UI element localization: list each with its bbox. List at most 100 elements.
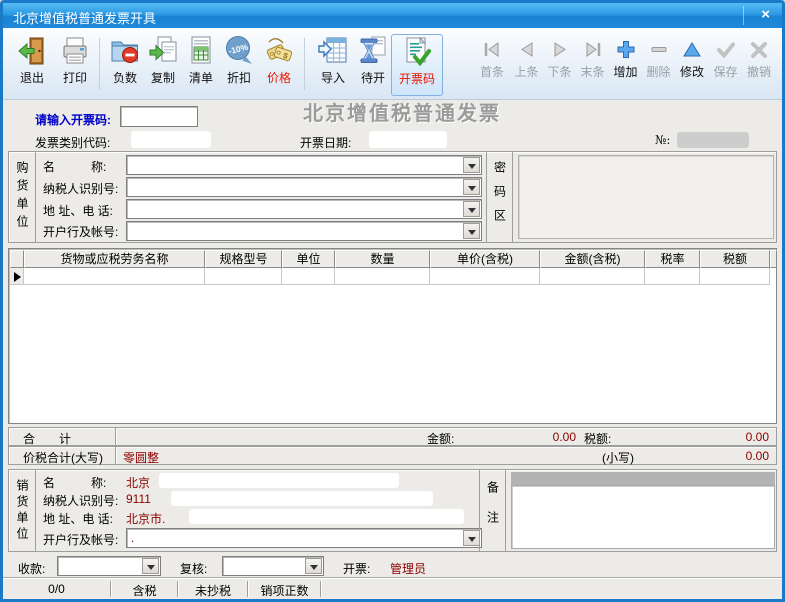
- table-header[interactable]: 规格型号: [205, 250, 282, 268]
- seller-bank-combo[interactable]: .: [126, 528, 482, 548]
- totals-row: 合 计 金额: 0.00 税额: 0.00: [8, 427, 777, 446]
- buyer-group-label: 购货单位: [15, 161, 29, 233]
- payee-combo[interactable]: [57, 556, 161, 576]
- redaction-patch: [189, 509, 464, 524]
- buyer-address-combo[interactable]: [126, 199, 482, 219]
- remark-textarea[interactable]: [511, 485, 775, 549]
- toolbar-button-next[interactable]: 下条: [543, 34, 576, 96]
- status-output-positive: 销项正数: [260, 584, 309, 598]
- toolbar-button-undo[interactable]: 撤销: [742, 34, 776, 96]
- password-area-label: 密码区: [492, 161, 507, 233]
- buyer-taxid-label: 纳税人识别号:: [43, 182, 119, 196]
- close-button[interactable]: ×: [761, 6, 770, 23]
- table-header[interactable]: 数量: [335, 250, 430, 268]
- grand-total-row: 价税合计(大写) 零圆整 (小写) 0.00: [8, 446, 777, 465]
- chevron-down-icon: [468, 230, 476, 235]
- table-cell[interactable]: [282, 268, 335, 285]
- chevron-down-icon: [310, 565, 318, 570]
- table-cell[interactable]: [700, 268, 770, 285]
- toolbar-button-import[interactable]: 导入: [311, 34, 355, 96]
- toolbar-button-first[interactable]: 首条: [474, 34, 510, 96]
- toolbar-label: 增加: [613, 65, 638, 79]
- row-selector-cell[interactable]: [10, 268, 24, 285]
- table-header[interactable]: 单价(含税): [430, 250, 540, 268]
- dropdown-button[interactable]: [142, 558, 159, 574]
- toolbar-button-invoice-code[interactable]: 开票码: [391, 34, 443, 96]
- redaction-patch: [677, 132, 749, 148]
- dropdown-button[interactable]: [463, 201, 480, 217]
- status-bar: 0/0 含税 未抄税 销项正数: [3, 578, 782, 599]
- invoice-code-check-icon: [401, 35, 433, 69]
- toolbar-button-add[interactable]: 增加: [609, 34, 642, 96]
- toolbar-label: 导入: [320, 71, 345, 85]
- toolbar-button-last[interactable]: 末条: [576, 34, 609, 96]
- dropdown-button[interactable]: [463, 179, 480, 195]
- seller-group-label: 销货单位: [15, 478, 29, 543]
- toolbar-button-prev[interactable]: 上条: [510, 34, 543, 96]
- title-bar[interactable]: 北京增值税普通发票开具 ×: [3, 3, 782, 28]
- chevron-down-icon: [468, 208, 476, 213]
- dropdown-button[interactable]: [463, 157, 480, 173]
- table-cell[interactable]: [430, 268, 540, 285]
- tax-value: 0.00: [745, 430, 769, 444]
- seller-taxid-label: 纳税人识别号:: [43, 494, 119, 508]
- invoice-watermark: 北京增值税普通发票: [303, 101, 501, 125]
- toolbar-button-delete[interactable]: 删除: [642, 34, 675, 96]
- toolbar-button-copy[interactable]: 复制: [143, 34, 183, 96]
- payee-label: 收款:: [18, 562, 46, 576]
- invoice-number-label: №:: [655, 133, 671, 147]
- toolbar-label: 上条: [514, 65, 539, 79]
- toolbar-button-pending[interactable]: 待开: [353, 34, 393, 96]
- table-header[interactable]: 金额(含税): [540, 250, 645, 268]
- toolbar-button-save[interactable]: 保存: [709, 34, 742, 96]
- next-record-icon: [549, 38, 571, 62]
- buyer-taxid-combo[interactable]: [126, 177, 482, 197]
- divider: [115, 447, 116, 464]
- redaction-patch: [131, 131, 211, 148]
- exit-door-icon: [16, 34, 48, 68]
- buyer-bank-combo[interactable]: [126, 221, 482, 241]
- seller-name-value: 北京: [126, 476, 151, 490]
- grand-total-words: 零圆整: [123, 451, 160, 465]
- table-cell[interactable]: [24, 268, 205, 285]
- table-cell[interactable]: [205, 268, 282, 285]
- totals-label: 合 计: [23, 432, 72, 446]
- prev-record-icon: [516, 38, 538, 62]
- toolbar-label: 修改: [679, 65, 704, 79]
- invoice-code-input[interactable]: [120, 106, 198, 127]
- table-cell[interactable]: [540, 268, 645, 285]
- invoice-code-prompt: 请输入开票码:: [35, 113, 111, 127]
- toolbar-button-negative[interactable]: 负数: [104, 34, 146, 96]
- window-title: 北京增值税普通发票开具: [13, 11, 157, 26]
- buyer-name-combo[interactable]: [126, 155, 482, 175]
- toolbar-button-modify[interactable]: 修改: [675, 34, 709, 96]
- table-header-filler: [770, 250, 777, 268]
- toolbar-label: 负数: [112, 71, 137, 85]
- toolbar-button-list[interactable]: 清单: [181, 34, 221, 96]
- app-window: 北京增值税普通发票开具 × 退出 打印 负数 复制 清单 -10% 折扣 $ 价…: [0, 0, 785, 602]
- dropdown-button[interactable]: [305, 558, 322, 574]
- toolbar-button-discount[interactable]: -10% 折扣: [219, 34, 259, 96]
- hourglass-icon: [357, 34, 389, 68]
- price-tags-icon: $: [263, 34, 295, 68]
- table-cell[interactable]: [645, 268, 700, 285]
- reviewer-combo[interactable]: [222, 556, 324, 576]
- grand-total-label: 价税合计(大写): [23, 451, 103, 465]
- table-cell[interactable]: [335, 268, 430, 285]
- add-icon: [615, 38, 637, 62]
- reviewer-label: 复核:: [180, 562, 208, 576]
- table-header[interactable]: 单位: [282, 250, 335, 268]
- toolbar-button-exit[interactable]: 退出: [10, 34, 54, 96]
- table-header[interactable]: 货物或应税劳务名称: [24, 250, 205, 268]
- dropdown-button[interactable]: [463, 223, 480, 239]
- seller-name-label: 名 称:: [43, 476, 107, 490]
- table-header[interactable]: 税率: [645, 250, 700, 268]
- password-area-panel: [518, 155, 774, 239]
- toolbar-label: 退出: [19, 71, 44, 85]
- dropdown-button[interactable]: [463, 530, 480, 546]
- toolbar-label: 末条: [580, 65, 605, 79]
- toolbar-button-print[interactable]: 打印: [54, 34, 96, 96]
- table-header[interactable]: 税额: [700, 250, 770, 268]
- toolbar-button-price[interactable]: $ 价格: [257, 34, 301, 96]
- items-table[interactable]: 货物或应税劳务名称 规格型号 单位 数量 单价(含税) 金额(含税) 税率 税额: [8, 248, 777, 424]
